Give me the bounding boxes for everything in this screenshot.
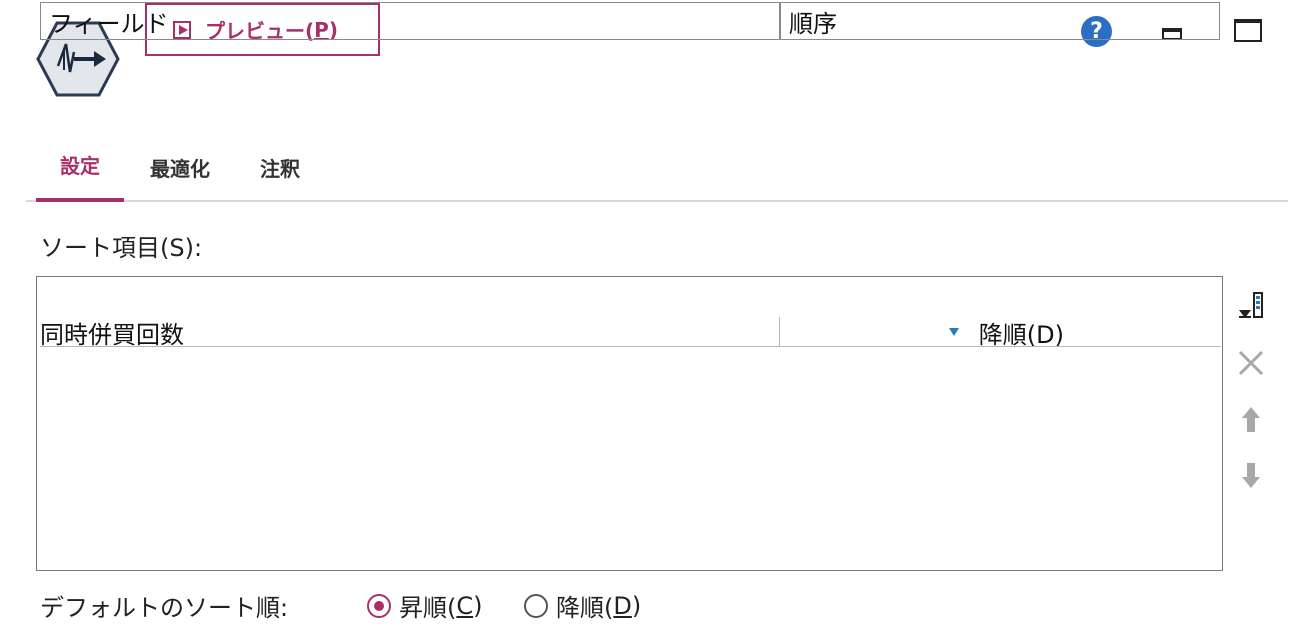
column-divider [779, 317, 780, 347]
add-field-icon[interactable] [1236, 288, 1268, 320]
radio-ascending-label: 昇順( [399, 594, 457, 622]
radio-descending-shortcut: D [613, 591, 632, 620]
radio-ascending-close: ) [473, 591, 483, 620]
tab-annotations-label: 注釈 [260, 157, 300, 181]
tab-settings[interactable]: 設定 [36, 150, 124, 200]
radio-ascending[interactable]: 昇順(C) [367, 588, 483, 623]
column-header-field[interactable]: フィールド [40, 2, 780, 40]
row-divider [40, 346, 1221, 347]
table-row-field[interactable]: 同時併買回数 [40, 317, 780, 349]
tab-annotations[interactable]: 注釈 [248, 153, 312, 203]
field-cell: 同時併買回数 [40, 320, 184, 349]
order-cell: 降順(D) [978, 320, 1064, 349]
delete-icon[interactable] [1236, 346, 1268, 378]
tab-optimization[interactable]: 最適化 [140, 153, 220, 203]
sort-items-label: ソート項目(S): [40, 234, 203, 262]
column-header-order-label: 順序 [789, 9, 837, 38]
radio-ascending-shortcut: C [456, 591, 474, 620]
column-header-order[interactable]: 順序 [780, 2, 1220, 40]
tab-optimization-label: 最適化 [150, 157, 210, 181]
tabs-divider [26, 200, 1288, 202]
column-header-field-label: フィールド [49, 9, 169, 38]
tab-settings-label: 設定 [60, 154, 100, 178]
radio-descending[interactable]: 降順(D) [524, 588, 641, 623]
move-down-icon[interactable] [1236, 460, 1268, 492]
move-up-icon[interactable] [1236, 404, 1268, 436]
radio-descending-circle[interactable] [524, 593, 548, 618]
table-row-order[interactable]: 降順(D) [780, 317, 1220, 349]
radio-descending-close: ) [631, 591, 642, 620]
radio-ascending-circle[interactable] [367, 593, 391, 618]
default-sort-order-label: デフォルトのソート順: [40, 594, 289, 622]
radio-descending-label: 降順( [556, 594, 614, 622]
maximize-icon[interactable] [1234, 19, 1262, 42]
active-tab-indicator [36, 198, 124, 202]
descending-triangle-icon [948, 328, 959, 336]
